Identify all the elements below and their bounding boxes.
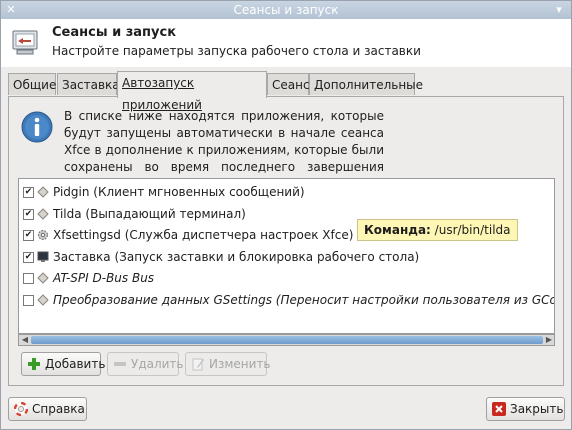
checkbox[interactable] [23, 295, 34, 306]
checkbox[interactable] [23, 273, 34, 284]
minimize-icon[interactable]: ▾ [553, 4, 565, 16]
diamond-icon [37, 272, 49, 284]
tooltip-label: Команда: [364, 223, 431, 237]
tooltip-value: /usr/bin/tilda [434, 223, 511, 237]
edit-button[interactable]: Изменить [185, 352, 271, 376]
close-icon [492, 402, 506, 416]
plus-icon [28, 358, 40, 370]
minus-icon [114, 362, 126, 366]
scrollbar-thumb[interactable] [31, 336, 543, 344]
edit-icon [192, 358, 204, 371]
checkbox[interactable]: ✔ [23, 230, 34, 241]
checkbox[interactable]: ✔ [23, 209, 34, 220]
tab-session[interactable]: Сеанс [267, 73, 310, 95]
checkbox[interactable]: ✔ [23, 187, 34, 198]
gear-icon [38, 230, 48, 240]
horizontal-scrollbar[interactable]: ◀ ▶ [18, 334, 555, 346]
tab-advanced[interactable]: Дополнительные [309, 73, 423, 95]
tab-general[interactable]: Общие [8, 73, 56, 95]
diamond-icon [37, 208, 49, 220]
close-button[interactable]: Закрыть [486, 397, 565, 421]
scroll-left-icon[interactable]: ◀ [20, 335, 30, 345]
session-settings-icon [12, 30, 38, 55]
lifebuoy-icon [14, 402, 28, 416]
command-tooltip: Команда: /usr/bin/tilda [357, 219, 518, 241]
screensaver-icon [37, 251, 49, 262]
add-button[interactable]: Добавить [21, 352, 105, 376]
session-startup-window: Сеансы и запуск ✕ ▾ Сеансы и запуск Наст… [0, 0, 572, 430]
remove-button[interactable]: Удалить [107, 352, 184, 376]
window-title: Сеансы и запуск [233, 3, 339, 17]
tab-autostart[interactable]: Автозапуск приложений [117, 71, 267, 112]
dialog-title: Сеансы и запуск [52, 25, 177, 40]
scroll-right-icon[interactable]: ▶ [544, 335, 554, 345]
diamond-icon [37, 186, 49, 198]
dialog-subtitle: Настройте параметры запуска рабочего сто… [52, 44, 421, 58]
autostart-list[interactable]: ✔ Pidgin (Клиент мгновенных сообщений) ✔… [18, 178, 555, 334]
title-bar[interactable]: Сеансы и запуск ✕ ▾ [1, 1, 571, 19]
info-icon [21, 111, 53, 143]
checkbox[interactable]: ✔ [23, 252, 34, 263]
dialog-header: Сеансы и запуск Настройте параметры запу… [1, 19, 571, 67]
help-button[interactable]: Справка [8, 397, 87, 421]
diamond-icon [37, 294, 49, 306]
window-menu-icon[interactable]: ✕ [5, 4, 17, 16]
tab-screensaver[interactable]: Заставка [57, 73, 120, 95]
